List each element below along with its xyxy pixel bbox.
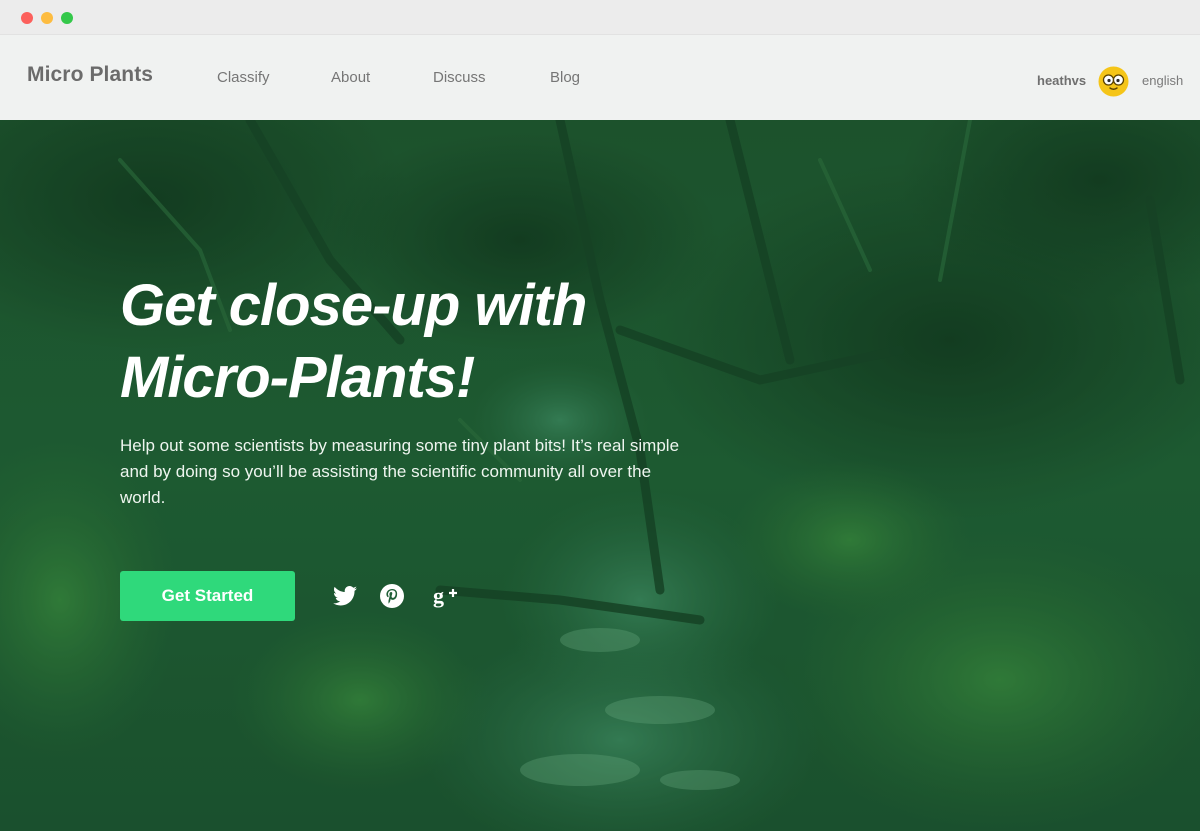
hero-section: Get close-up with Micro-Plants! Help out… (0, 120, 1200, 831)
hero-headline-line-2: Micro-Plants! (120, 345, 475, 410)
nav-link-blog[interactable]: Blog (550, 69, 580, 86)
hero-headline: Get close-up with Micro-Plants! (120, 270, 760, 414)
google-plus-icon[interactable]: g (432, 582, 462, 610)
close-window-button[interactable] (21, 12, 33, 24)
user-avatar-icon[interactable] (1098, 66, 1129, 97)
twitter-icon[interactable] (331, 582, 359, 610)
top-navigation-bar: Micro Plants Classify About Discuss Blog… (0, 35, 1200, 120)
language-selector[interactable]: english (1142, 73, 1183, 88)
minimize-window-button[interactable] (41, 12, 53, 24)
get-started-button[interactable]: Get Started (120, 571, 295, 621)
zoom-window-button[interactable] (61, 12, 73, 24)
pinterest-icon[interactable] (378, 582, 406, 610)
nav-link-classify[interactable]: Classify (217, 69, 270, 86)
hero-headline-line-1: Get close-up with (120, 273, 587, 338)
brand-logo-text[interactable]: Micro Plants (27, 63, 153, 87)
hero-description: Help out some scientists by measuring so… (120, 436, 680, 507)
nav-link-about[interactable]: About (331, 69, 370, 86)
window-titlebar (0, 0, 1200, 35)
nav-link-discuss[interactable]: Discuss (433, 69, 486, 86)
browser-window: Get close-up with Micro-Plants! Help out… (0, 0, 1200, 831)
svg-text:g: g (433, 584, 444, 608)
username[interactable]: heathvs (1037, 73, 1086, 88)
